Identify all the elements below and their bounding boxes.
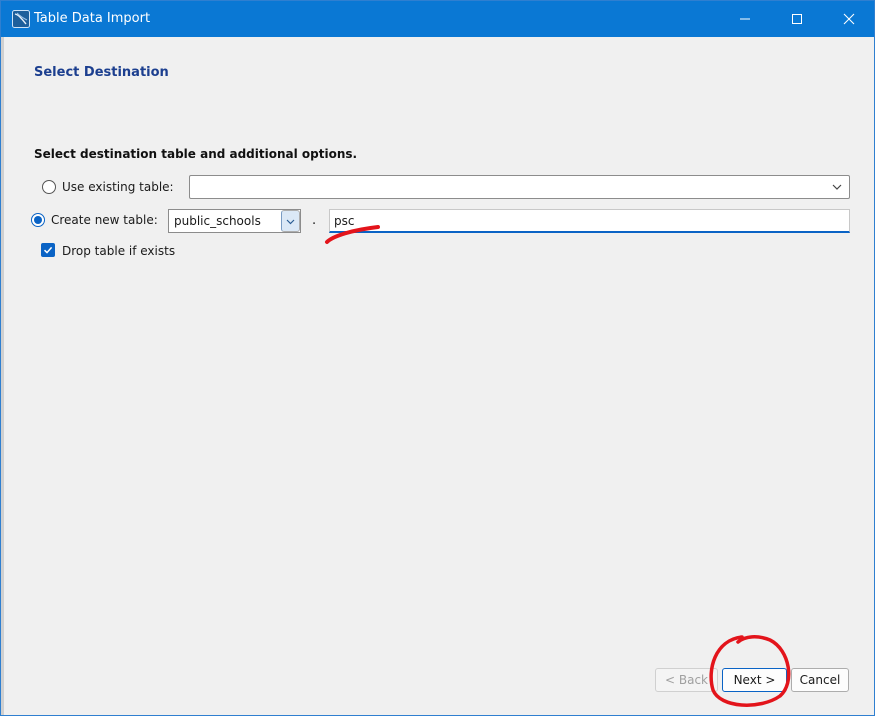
table-data-import-window: Table Data Import Select Destination Sel… (0, 0, 875, 716)
title-bar[interactable]: Table Data Import (1, 1, 874, 37)
maximize-button[interactable] (771, 1, 823, 37)
minimize-icon (740, 18, 750, 20)
section-label: Select destination table and additional … (34, 147, 358, 161)
workbench-app-icon (12, 10, 30, 28)
schema-dropdown-button[interactable] (281, 210, 300, 232)
cancel-button[interactable]: Cancel (791, 668, 849, 692)
create-new-table-label[interactable]: Create new table: (51, 213, 158, 227)
chevron-down-icon (286, 219, 295, 224)
drop-table-checkbox[interactable] (41, 243, 55, 257)
drop-table-label[interactable]: Drop table if exists (62, 244, 175, 258)
schema-table-separator: . (312, 213, 317, 228)
maximize-icon (792, 14, 802, 24)
close-icon (843, 13, 855, 25)
new-table-name-input[interactable] (330, 210, 849, 231)
back-button[interactable]: < Back (655, 668, 718, 692)
next-button[interactable]: Next > (722, 668, 787, 692)
window-edge (1, 37, 4, 715)
use-existing-table-radio[interactable] (42, 180, 56, 194)
schema-value: public_schools (174, 214, 261, 228)
existing-table-select[interactable] (189, 175, 850, 199)
use-existing-table-label[interactable]: Use existing table: (62, 180, 174, 194)
close-button[interactable] (823, 1, 874, 37)
checkmark-icon (43, 246, 53, 254)
create-new-table-radio[interactable] (31, 213, 45, 227)
chevron-down-icon (831, 181, 843, 196)
new-table-name-field[interactable] (329, 209, 850, 233)
window-title: Table Data Import (34, 11, 151, 26)
schema-select[interactable]: public_schools (168, 209, 301, 233)
minimize-button[interactable] (719, 1, 771, 37)
page-title: Select Destination (34, 65, 169, 80)
